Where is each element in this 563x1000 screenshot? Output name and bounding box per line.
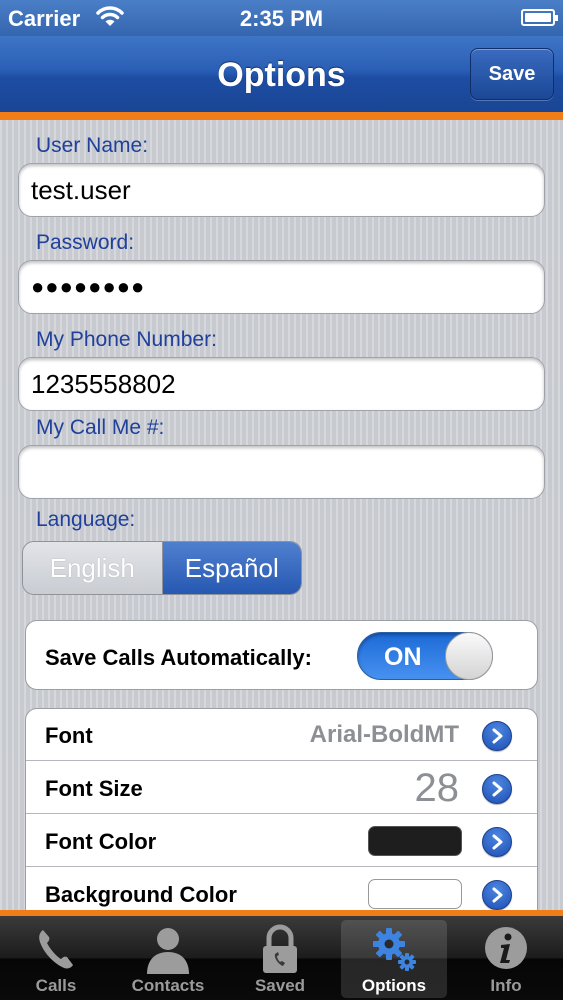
password-label: Password: [36,231,135,254]
autosave-row: Save Calls Automatically: ON [25,620,538,690]
password-field[interactable] [18,260,545,314]
disclosure-arrow-icon[interactable] [482,827,512,857]
call-me-label: My Call Me #: [36,416,165,439]
gears-icon [369,924,419,974]
tab-label: Saved [254,976,306,995]
tab-contacts[interactable]: Contacts [115,916,221,1000]
tab-label: Contacts [131,976,205,995]
background-color-swatch [368,879,462,909]
tab-calls[interactable]: Calls [3,916,109,1000]
language-option-english[interactable]: English [23,542,163,594]
phone-icon [31,924,81,974]
disclosure-arrow-icon[interactable] [482,774,512,804]
toggle-state: ON [384,643,422,671]
font-value: Arial-BoldMT [309,721,459,748]
setting-name: Font Size [45,776,143,801]
status-bar: Carrier 2:35 PM [0,0,563,36]
info-icon [481,924,531,974]
status-time: 2:35 PM [239,6,324,31]
setting-name: Background Color [45,882,237,907]
language-option-espanol[interactable]: Español [162,542,301,594]
setting-name: Font Color [45,829,157,854]
tab-options[interactable]: Options [341,920,447,998]
tab-label: Calls [35,976,77,995]
disclosure-arrow-icon[interactable] [482,721,512,751]
font-size-value: 28 [414,766,460,810]
setting-row-font-color[interactable]: Font Color [26,815,537,867]
nav-divider [0,112,563,120]
navigation-bar: Options Save [0,36,563,112]
username-label: User Name: [36,134,149,157]
language-segmented-control: English Español [22,541,302,595]
tab-label: Options [361,976,427,995]
person-icon [143,924,193,974]
font-color-swatch [368,826,462,856]
phone-label: My Phone Number: [36,328,217,351]
save-button[interactable]: Save [470,48,554,100]
options-form: User Name: Password: My Phone Number: My… [0,120,563,910]
language-label: Language: [36,508,136,531]
autosave-label: Save Calls Automatically: [45,645,312,670]
setting-name: Font [45,723,93,748]
autosave-toggle[interactable]: ON [357,632,493,680]
username-field[interactable] [18,163,545,217]
battery-icon [521,9,558,26]
setting-row-font-size[interactable]: Font Size 28 [26,762,537,814]
call-me-field[interactable] [18,445,545,499]
lock-icon [255,924,305,974]
appearance-settings-list: Font Arial-BoldMT Font Size 28 Font Colo… [25,708,538,910]
disclosure-arrow-icon[interactable] [482,880,512,910]
tab-bar: Calls Contacts Saved Options Info [0,916,563,1000]
tab-info[interactable]: Info [453,916,559,1000]
setting-row-font[interactable]: Font Arial-BoldMT [26,709,537,761]
tab-label: Info [490,976,522,995]
phone-number-field[interactable] [18,357,545,411]
setting-row-background-color[interactable]: Background Color [26,868,537,910]
tab-saved[interactable]: Saved [227,916,333,1000]
toggle-knob [445,632,493,680]
